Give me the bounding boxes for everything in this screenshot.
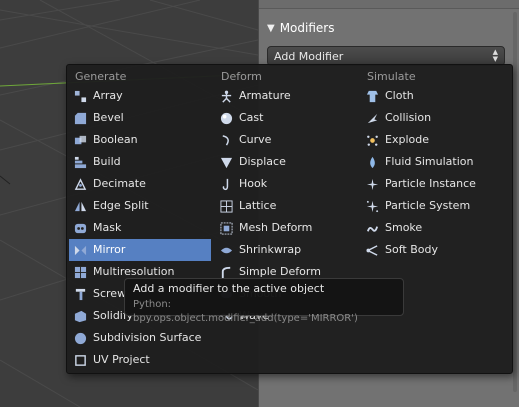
menu-item-label: Boolean [93,133,138,146]
mesh-deform-icon [219,221,233,235]
build-icon [73,155,87,169]
menu-item-label: Mesh Deform [239,221,313,234]
panel-scrollbar[interactable] [513,12,517,392]
decimate-icon [73,177,87,191]
menu-item-smoke[interactable]: Smoke [361,217,503,239]
menu-item-label: Subdivision Surface [93,331,202,344]
menu-item-label: Mirror [93,243,126,256]
explode-icon [365,133,379,147]
menu-item-decimate[interactable]: Decimate [69,173,211,195]
curve-icon [219,133,233,147]
subsurf-icon [73,331,87,345]
menu-item-bevel[interactable]: Bevel [69,107,211,129]
add-modifier-button[interactable]: Add Modifier ▲ ▼ [267,46,505,66]
menu-item-mesh-deform[interactable]: Mesh Deform [215,217,357,239]
edge-split-icon [73,199,87,213]
shrinkwrap-icon [219,243,233,257]
screw-icon [73,287,87,301]
menu-item-label: UV Project [93,353,150,366]
armature-icon [219,89,233,103]
modifiers-panel-header[interactable]: ▼ Modifiers [267,18,334,38]
menu-item-armature[interactable]: Armature [215,85,357,107]
menu-item-label: Displace [239,155,286,168]
menu-item-label: Cloth [385,89,414,102]
menu-item-build[interactable]: Build [69,151,211,173]
menu-item-shrinkwrap[interactable]: Shrinkwrap [215,239,357,261]
menu-item-label: Explode [385,133,429,146]
menu-item-cast[interactable]: Cast [215,107,357,129]
boolean-icon [73,133,87,147]
menu-item-subdivision-surface[interactable]: Subdivision Surface [69,327,211,349]
menu-item-label: Build [93,155,121,168]
menu-item-label: Edge Split [93,199,149,212]
menu-item-particle-system[interactable]: Particle System [361,195,503,217]
column-header: Deform [221,70,262,83]
menu-item-explode[interactable]: Explode [361,129,503,151]
up-down-arrows-icon: ▲ ▼ [492,48,498,63]
menu-item-fluid-simulation[interactable]: Fluid Simulation [361,151,503,173]
add-modifier-menu: Generate Array Bevel Boolean Build Decimate E… [66,64,513,374]
uv-project-icon [73,353,87,367]
menu-item-label: Array [93,89,123,102]
column-header: Simulate [367,70,416,83]
menu-item-lattice[interactable]: Lattice [215,195,357,217]
cast-icon [219,111,233,125]
hook-icon [219,177,233,191]
menu-item-particle-instance[interactable]: Particle Instance [361,173,503,195]
soft-body-icon [365,243,379,257]
menu-item-array[interactable]: Array [69,85,211,107]
particle-instance-icon [365,177,379,191]
multires-icon [73,265,87,279]
tooltip-title: Add a modifier to the active object [133,282,325,295]
menu-item-label: Collision [385,111,432,124]
collision-icon [365,111,379,125]
modifiers-title: Modifiers [279,21,335,35]
menu-item-mirror[interactable]: Mirror [69,239,211,261]
cloth-icon [365,89,379,103]
menu-item-label: Bevel [93,111,124,124]
tooltip-python: Python: bpy.ops.object.modifier_add(type… [133,299,358,324]
displace-icon [219,155,233,169]
menu-item-displace[interactable]: Displace [215,151,357,173]
menu-column-simulate: Simulate Cloth Collision Explode Fluid Simu… [361,69,503,261]
mask-icon [73,221,87,235]
array-icon [73,89,87,103]
menu-item-label: Armature [239,89,291,102]
menu-item-label: Mask [93,221,122,234]
menu-item-mask[interactable]: Mask [69,217,211,239]
collapse-triangle-icon[interactable]: ▼ [267,23,275,34]
menu-item-hook[interactable]: Hook [215,173,357,195]
add-modifier-label: Add Modifier [274,49,344,63]
lattice-icon [219,199,233,213]
menu-item-label: Decimate [93,177,146,190]
menu-item-cloth[interactable]: Cloth [361,85,503,107]
menu-item-curve[interactable]: Curve [215,129,357,151]
menu-item-label: Particle Instance [385,177,476,190]
mirror-icon [73,243,87,257]
smoke-icon [365,221,379,235]
fluid-icon [365,155,379,169]
menu-item-label: Shrinkwrap [239,243,302,256]
menu-item-uv-project[interactable]: UV Project [69,349,211,371]
panel-top-strip [259,0,519,9]
menu-item-label: Lattice [239,199,277,212]
menu-item-label: Smoke [385,221,423,234]
simple-deform-icon [219,265,233,279]
menu-item-soft-body[interactable]: Soft Body [361,239,503,261]
menu-item-boolean[interactable]: Boolean [69,129,211,151]
particle-system-icon [365,199,379,213]
menu-item-label: Cast [239,111,264,124]
column-header: Generate [75,70,127,83]
menu-item-edge-split[interactable]: Edge Split [69,195,211,217]
menu-item-label: Particle System [385,199,471,212]
menu-item-label: Hook [239,177,268,190]
menu-item-label: Soft Body [385,243,438,256]
solidify-icon [73,309,87,323]
bevel-icon [73,111,87,125]
menu-item-label: Fluid Simulation [385,155,474,168]
menu-item-label: Screw [93,287,127,300]
menu-item-collision[interactable]: Collision [361,107,503,129]
tooltip: Add a modifier to the active object Pyth… [124,278,404,324]
menu-item-label: Curve [239,133,272,146]
